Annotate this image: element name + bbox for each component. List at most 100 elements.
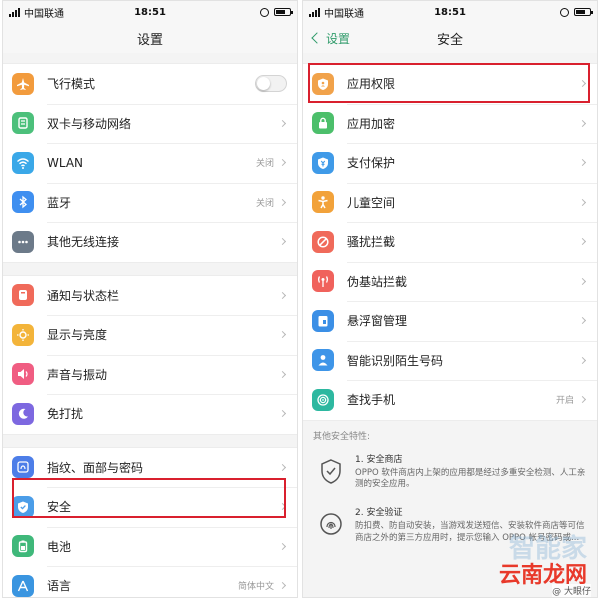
battery-status-icon <box>274 8 293 16</box>
list-item[interactable]: 智能识别陌生号码 <box>303 340 597 381</box>
item-label: 其他无线连接 <box>47 235 120 250</box>
item-label: 双卡与移动网络 <box>47 116 132 131</box>
item-label: 儿童空间 <box>347 195 396 210</box>
settings-screen: 中国联通 18:51 设置 飞行模式双卡与移动网络 WLAN 关闭蓝牙 关闭其他无线连… <box>2 0 298 598</box>
chevron-right-icon <box>278 119 287 127</box>
carrier: 中国联通 <box>9 5 64 20</box>
item-value: 开启 <box>555 396 574 407</box>
item-label: WLAN <box>47 155 84 170</box>
list-item[interactable]: 悬浮窗管理 <box>303 301 597 341</box>
chevron-right-icon <box>578 238 587 246</box>
status-bar: 中国联通 18:51 <box>303 1 597 23</box>
list-item[interactable]: 语言 简体中文 <box>3 566 297 597</box>
chevron-right-icon <box>278 463 287 471</box>
back-button[interactable]: 设置 <box>311 23 350 53</box>
moon-icon <box>12 402 34 425</box>
chevron-right-icon <box>278 410 287 418</box>
chevron-right-icon <box>278 331 287 339</box>
dual-sim-icon <box>12 112 34 135</box>
list-item[interactable]: 安全 <box>3 487 297 527</box>
chevron-right-icon <box>578 396 587 404</box>
chevron-right-icon <box>278 198 287 206</box>
carrier-name: 中国联通 <box>324 8 364 20</box>
chevron-right-icon <box>278 542 287 550</box>
nav-bar: 设置 安全 <box>303 23 597 53</box>
list-item[interactable]: 通知与状态栏 <box>3 276 297 316</box>
child-icon <box>312 191 334 214</box>
settings-group: 通知与状态栏 显示与亮度声音与振动免打扰 <box>3 274 297 435</box>
chevron-right-icon <box>578 198 587 206</box>
battery-status-icon <box>574 8 593 16</box>
item-label: 应用加密 <box>347 116 396 131</box>
item-label: 声音与振动 <box>47 367 108 382</box>
item-value: 简体中文 <box>237 582 274 593</box>
find-phone-icon <box>312 388 334 411</box>
list-item[interactable]: 飞行模式 <box>3 64 297 104</box>
brightness-icon <box>12 323 34 346</box>
chevron-right-icon <box>278 503 287 511</box>
chevron-right-icon <box>278 159 287 167</box>
item-label: 显示与亮度 <box>47 328 108 343</box>
features-title: 其他安全特性: <box>313 431 371 442</box>
list-item[interactable]: 蓝牙 关闭 <box>3 182 297 223</box>
item-label: 查找手机 <box>347 393 396 408</box>
item-label: 通知与状态栏 <box>47 288 120 303</box>
item-label: 电池 <box>47 539 72 554</box>
alarm-icon <box>560 7 569 17</box>
item-label: 应用权限 <box>347 77 396 92</box>
feature-item: 1. 安全商店 OPPO 软件商店内上架的应用都是经过多重安全检测、人工亲测的安… <box>313 452 587 492</box>
more-icon <box>12 230 34 253</box>
security-list: 应用权限 应用加密 支付保护 儿童空间 骚扰拦截 伪基站拦截 悬浮窗管理 智能识别陌生号码 查找… <box>303 63 597 421</box>
page-title: 设置 <box>136 32 163 48</box>
install-fingerprint-icon <box>313 505 349 545</box>
airplane-mode-toggle[interactable] <box>255 75 287 93</box>
floating-window-icon <box>312 309 334 332</box>
list-item[interactable]: 电池 <box>3 526 297 567</box>
list-item[interactable]: 双卡与移动网络 <box>3 103 297 144</box>
list-item[interactable]: 声音与振动 <box>3 354 297 395</box>
wifi-icon <box>12 151 34 174</box>
chevron-left-icon <box>311 32 323 44</box>
list-item[interactable]: 免打扰 <box>3 394 297 434</box>
list-item[interactable]: 显示与亮度 <box>3 315 297 355</box>
list-item[interactable]: 支付保护 <box>303 143 597 183</box>
lock-icon <box>312 112 334 135</box>
list-item[interactable]: 查找手机 开启 <box>303 380 597 420</box>
chevron-right-icon <box>578 356 587 364</box>
sound-icon <box>12 363 34 386</box>
shield-icon <box>12 495 34 518</box>
watermark-weibo: @ 大眼仔 <box>552 584 591 597</box>
page-title: 安全 <box>436 32 463 48</box>
carrier-name: 中国联通 <box>24 8 64 20</box>
list-item[interactable]: 伪基站拦截 <box>303 261 597 302</box>
settings-group: 飞行模式双卡与移动网络 WLAN 关闭蓝牙 关闭其他无线连接 <box>3 63 297 263</box>
list-item[interactable]: 骚扰拦截 <box>303 222 597 262</box>
chevron-right-icon <box>278 370 287 378</box>
payment-shield-icon <box>312 151 334 174</box>
alarm-icon <box>260 7 269 17</box>
block-icon <box>312 230 334 253</box>
item-label: 智能识别陌生号码 <box>347 353 444 368</box>
item-label: 飞行模式 <box>47 77 96 92</box>
list-item[interactable]: WLAN 关闭 <box>3 143 297 183</box>
battery-icon <box>12 535 34 558</box>
item-label: 语言 <box>47 579 72 594</box>
list-item[interactable]: 指纹、面部与密码 <box>3 448 297 488</box>
notification-icon <box>12 284 34 307</box>
list-item[interactable]: 应用加密 <box>303 103 597 144</box>
fingerprint-icon <box>12 456 34 479</box>
chevron-right-icon <box>578 119 587 127</box>
list-item[interactable]: 其他无线连接 <box>3 222 297 262</box>
status-bar: 中国联通 18:51 <box>3 1 297 23</box>
chevron-right-icon <box>578 277 587 285</box>
item-label: 悬浮窗管理 <box>347 314 408 329</box>
feature-desc: OPPO 软件商店内上架的应用都是经过多重安全检测、人工亲测的安全应用。 <box>355 467 586 490</box>
chevron-right-icon <box>278 582 287 590</box>
app-permission-icon <box>312 72 334 95</box>
list-item[interactable]: 儿童空间 <box>303 182 597 223</box>
list-item[interactable]: 应用权限 <box>303 64 597 104</box>
store-shield-icon <box>313 452 349 492</box>
item-label: 指纹、面部与密码 <box>47 460 144 475</box>
nav-bar: 设置 <box>3 23 297 53</box>
item-value: 关闭 <box>255 159 274 170</box>
